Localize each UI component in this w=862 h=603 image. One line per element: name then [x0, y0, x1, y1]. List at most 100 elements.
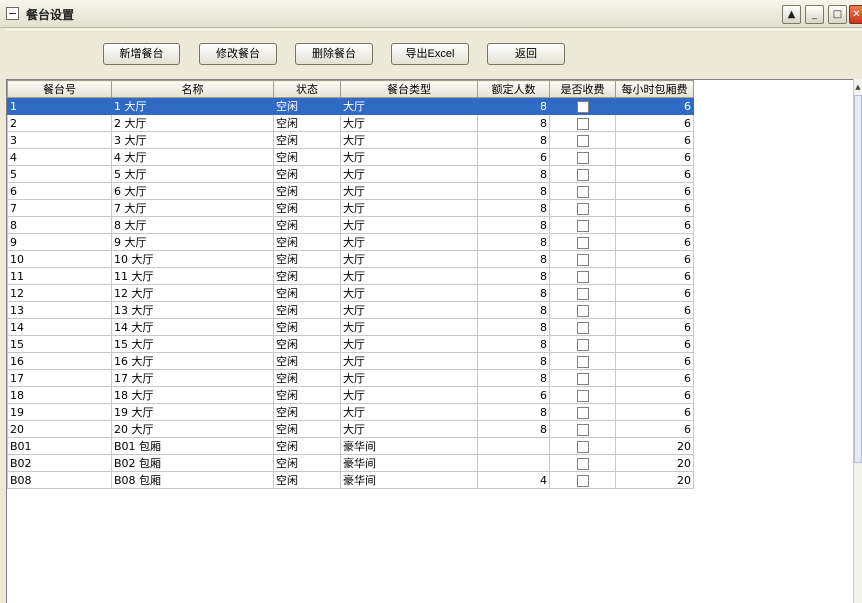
table-row[interactable]: 66 大厅 空闲 大厅 8 6 — [7, 182, 694, 200]
table-row[interactable]: 33 大厅 空闲 大厅 8 6 — [7, 131, 694, 149]
cell-table-no[interactable]: 12 — [7, 284, 112, 302]
cell-table-no[interactable]: 8 — [7, 216, 112, 234]
charge-checkbox[interactable] — [576, 134, 589, 147]
column-header-charge[interactable]: 是否收费 — [549, 80, 616, 98]
cell-table-no[interactable]: 17 — [7, 369, 112, 387]
table-row[interactable]: B01 B01 包厢 空闲 豪华间 20 — [7, 437, 694, 455]
column-header-table-no[interactable]: 餐台号 — [7, 80, 112, 98]
cell-table-no[interactable]: 18 — [7, 386, 112, 404]
cell-charge[interactable] — [549, 250, 616, 268]
table-row[interactable]: 17 17 大厅 空闲 大厅 8 6 — [7, 369, 694, 387]
cell-hourly-fee[interactable]: 6 — [615, 284, 694, 302]
cell-status[interactable]: 空闲 — [273, 352, 341, 370]
cell-capacity[interactable]: 8 — [477, 403, 550, 421]
cell-table-no[interactable]: 15 — [7, 335, 112, 353]
window-menu-icon[interactable] — [6, 7, 19, 20]
cell-status[interactable]: 空闲 — [273, 250, 341, 268]
cell-name[interactable]: 3 大厅 — [111, 131, 274, 149]
charge-checkbox[interactable] — [576, 304, 589, 317]
cell-name[interactable]: 8 大厅 — [111, 216, 274, 234]
charge-checkbox[interactable] — [576, 355, 589, 368]
cell-type[interactable]: 大厅 — [340, 250, 478, 268]
cell-capacity[interactable]: 8 — [477, 318, 550, 336]
cell-table-no[interactable]: 20 — [7, 420, 112, 438]
cell-type[interactable]: 豪华间 — [340, 437, 478, 455]
vertical-scrollbar[interactable]: ▲ — [853, 79, 862, 603]
cell-status[interactable]: 空闲 — [273, 114, 341, 132]
cell-status[interactable]: 空闲 — [273, 403, 341, 421]
cell-type[interactable]: 大厅 — [340, 165, 478, 183]
cell-charge[interactable] — [549, 471, 616, 489]
table-row[interactable]: 11 11 大厅 空闲 大厅 8 6 — [7, 267, 694, 285]
charge-checkbox[interactable] — [576, 338, 589, 351]
column-header-status[interactable]: 状态 — [273, 80, 341, 98]
cell-charge[interactable] — [549, 267, 616, 285]
cell-charge[interactable] — [549, 301, 616, 319]
cell-hourly-fee[interactable]: 6 — [615, 420, 694, 438]
cell-table-no[interactable]: 7 — [7, 199, 112, 217]
cell-hourly-fee[interactable]: 6 — [615, 403, 694, 421]
cell-name[interactable]: 5 大厅 — [111, 165, 274, 183]
cell-type[interactable]: 大厅 — [340, 284, 478, 302]
cell-type[interactable]: 豪华间 — [340, 454, 478, 472]
cell-table-no[interactable]: 2 — [7, 114, 112, 132]
cell-type[interactable]: 大厅 — [340, 267, 478, 285]
table-grid[interactable]: 餐台号 名称 状态 餐台类型 额定人数 是否收费 每小时包厢费 11 大厅 空闲大… — [6, 79, 853, 603]
cell-name[interactable]: 1 大厅 — [111, 97, 274, 115]
cell-charge[interactable] — [549, 335, 616, 353]
cell-charge[interactable] — [549, 199, 616, 217]
charge-checkbox[interactable] — [576, 321, 589, 334]
cell-table-no[interactable]: 3 — [7, 131, 112, 149]
charge-checkbox[interactable] — [576, 423, 589, 436]
cell-hourly-fee[interactable]: 6 — [615, 114, 694, 132]
cell-table-no[interactable]: B02 — [7, 454, 112, 472]
cell-table-no[interactable]: 5 — [7, 165, 112, 183]
cell-status[interactable]: 空闲 — [273, 267, 341, 285]
cell-hourly-fee[interactable]: 6 — [615, 250, 694, 268]
charge-checkbox[interactable] — [576, 287, 589, 300]
cell-name[interactable]: B01 包厢 — [111, 437, 274, 455]
table-row[interactable]: 19 19 大厅 空闲 大厅 8 6 — [7, 403, 694, 421]
table-row[interactable]: 18 18 大厅 空闲 大厅 6 6 — [7, 386, 694, 404]
cell-charge[interactable] — [549, 131, 616, 149]
cell-capacity[interactable]: 8 — [477, 250, 550, 268]
cell-name[interactable]: 19 大厅 — [111, 403, 274, 421]
charge-checkbox[interactable] — [576, 372, 589, 385]
cell-table-no[interactable]: 13 — [7, 301, 112, 319]
cell-type[interactable]: 大厅 — [340, 386, 478, 404]
cell-hourly-fee[interactable]: 20 — [615, 437, 694, 455]
table-row[interactable]: B02 B02 包厢 空闲 豪华间 20 — [7, 454, 694, 472]
cell-capacity[interactable]: 8 — [477, 420, 550, 438]
table-row[interactable]: 99 大厅 空闲 大厅 8 6 — [7, 233, 694, 251]
cell-hourly-fee[interactable]: 6 — [615, 386, 694, 404]
cell-table-no[interactable]: 16 — [7, 352, 112, 370]
cell-capacity[interactable]: 8 — [477, 369, 550, 387]
cell-charge[interactable] — [549, 403, 616, 421]
cell-capacity[interactable]: 8 — [477, 267, 550, 285]
cell-type[interactable]: 大厅 — [340, 233, 478, 251]
cell-hourly-fee[interactable]: 6 — [615, 182, 694, 200]
edit-table-button[interactable]: 修改餐台 — [199, 43, 277, 65]
cell-name[interactable]: 12 大厅 — [111, 284, 274, 302]
cell-capacity[interactable]: 8 — [477, 199, 550, 217]
charge-checkbox[interactable] — [576, 202, 589, 215]
cell-name[interactable]: 18 大厅 — [111, 386, 274, 404]
cell-charge[interactable] — [549, 369, 616, 387]
column-header-capacity[interactable]: 额定人数 — [477, 80, 550, 98]
charge-checkbox[interactable] — [576, 100, 589, 113]
cell-table-no[interactable]: 1 — [7, 97, 112, 115]
maximize-button[interactable]: □ — [828, 5, 847, 24]
cell-table-no[interactable]: 10 — [7, 250, 112, 268]
cell-status[interactable]: 空闲 — [273, 420, 341, 438]
charge-checkbox[interactable] — [576, 236, 589, 249]
cell-name[interactable]: 20 大厅 — [111, 420, 274, 438]
table-row[interactable]: 20 20 大厅 空闲 大厅 8 6 — [7, 420, 694, 438]
cell-capacity[interactable]: 6 — [477, 386, 550, 404]
cell-name[interactable]: B02 包厢 — [111, 454, 274, 472]
cell-hourly-fee[interactable]: 6 — [615, 233, 694, 251]
cell-status[interactable]: 空闲 — [273, 131, 341, 149]
charge-checkbox[interactable] — [576, 151, 589, 164]
cell-status[interactable]: 空闲 — [273, 369, 341, 387]
charge-checkbox[interactable] — [576, 270, 589, 283]
cell-hourly-fee[interactable]: 6 — [615, 267, 694, 285]
